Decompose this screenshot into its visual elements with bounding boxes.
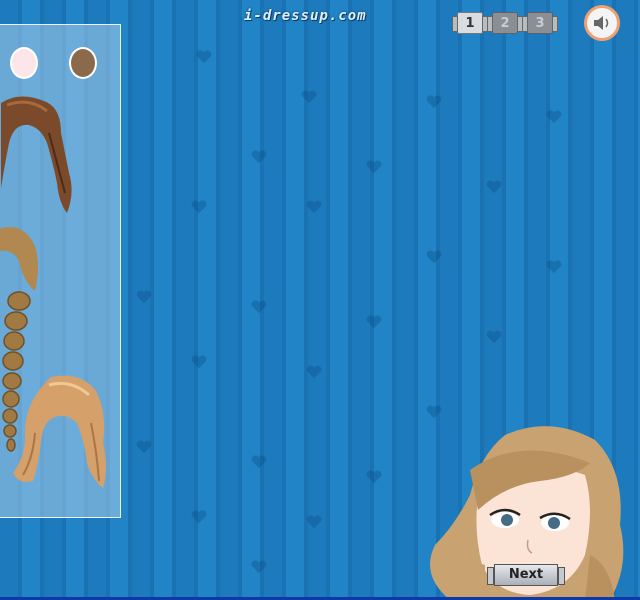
heart-icon (251, 150, 267, 164)
heart-icon (251, 560, 267, 574)
heart-icon (136, 440, 152, 454)
heart-icon (191, 510, 207, 524)
heart-icon (191, 200, 207, 214)
page-3-button[interactable]: 3 (522, 12, 558, 34)
heart-icon (196, 50, 212, 64)
heart-icon (366, 160, 382, 174)
heart-icon (251, 455, 267, 469)
heart-icon (426, 250, 442, 264)
heart-icon (366, 470, 382, 484)
site-logo[interactable]: i-dressup.com (244, 8, 367, 24)
heart-icon (366, 315, 382, 329)
heart-icon (486, 330, 502, 344)
heart-icon (191, 355, 207, 369)
heart-icon (426, 95, 442, 109)
page-selector: 1 2 3 (452, 12, 562, 34)
heart-icon (301, 90, 317, 104)
sound-toggle-button[interactable] (584, 5, 620, 41)
heart-icon (486, 180, 502, 194)
next-button[interactable]: Next (487, 564, 565, 586)
speaker-icon (594, 16, 609, 30)
heart-icon (546, 260, 562, 274)
heart-icon (136, 290, 152, 304)
heart-icon (251, 300, 267, 314)
heart-icon (306, 515, 322, 529)
page-2-button[interactable]: 2 (487, 12, 523, 34)
page-1-button[interactable]: 1 (452, 12, 488, 34)
color-swatch-brown[interactable] (69, 47, 97, 79)
heart-icon (306, 200, 322, 214)
color-swatch-light[interactable] (10, 47, 38, 79)
heart-icon (546, 110, 562, 124)
brown-curly-hair-option[interactable] (0, 93, 79, 218)
hair-selection-panel (0, 24, 121, 518)
heart-icon (306, 365, 322, 379)
light-brown-wavy-hair-option[interactable] (11, 373, 111, 491)
